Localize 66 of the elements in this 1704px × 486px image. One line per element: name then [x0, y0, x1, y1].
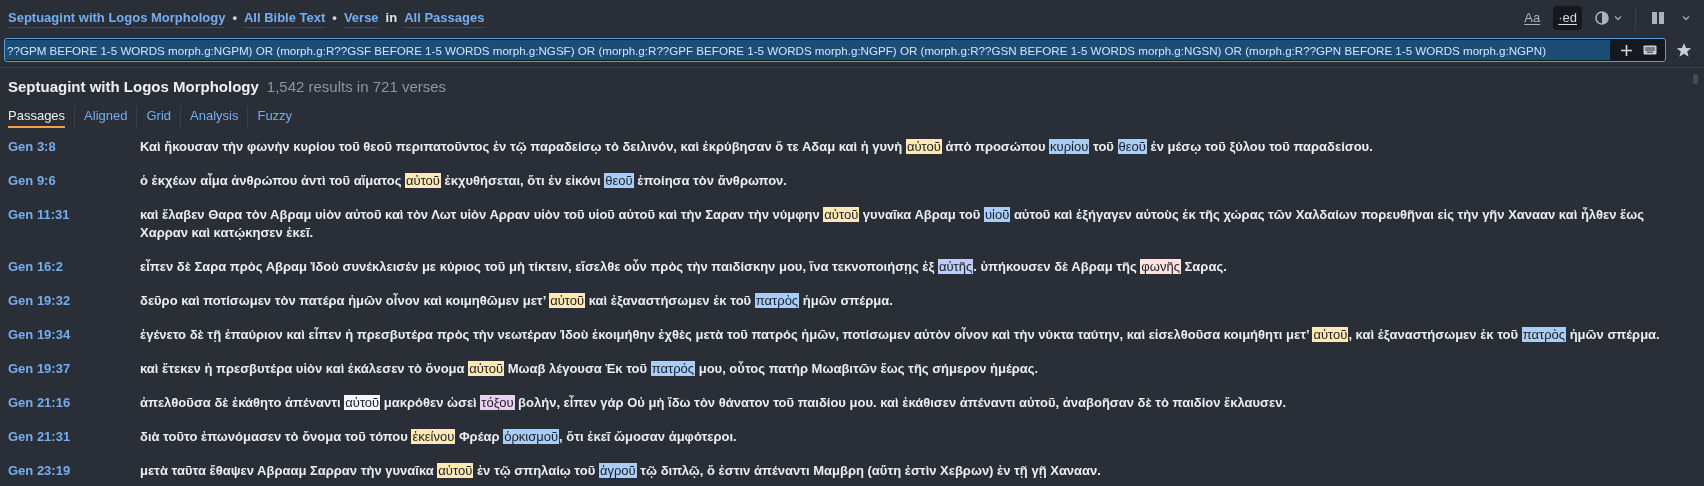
text-style-button[interactable]: ·ed [1553, 6, 1582, 30]
separator-dot: • [232, 9, 237, 28]
highlighted-word: αὐτοῦ [468, 361, 505, 376]
highlighted-word: θεοῦ [604, 173, 634, 188]
highlighted-word: αὐτοῦ [549, 293, 586, 308]
highlighted-word: αὐτοῦ [344, 395, 381, 410]
verse-reference-link[interactable]: Gen 16:2 [0, 258, 140, 276]
highlighted-word: φωνῆς [1140, 259, 1181, 274]
highlighted-word: θεοῦ [1117, 139, 1147, 154]
verse-text: διὰ τοῦτο ἐπωνόμασεν τὸ ὄνομα τοῦ τόπου ἐκείνου Φρέαρ ὁρκισμοῦ, ὅτι ἐκεῖ ὤμοσαν ἀμφότεροι. [140, 428, 737, 446]
verse-reference-link[interactable]: Gen 21:16 [0, 394, 140, 412]
view-tab[interactable]: Grid [146, 105, 172, 129]
verse-text: εἶπεν δὲ Σαρα πρὸς Αβραμ Ἰδοὺ συνέκλεισέν με κύριος τοῦ μὴ τίκτειν, εἴσελθε οὖν πρὸς τὴν παιδίσκην μου, ἵνα τεκνοποιήσῃς ἐξ αὐτῆς. ὑπήκουσεν δὲ Αβραμ τῆς φωνῆς Σαρας. [140, 258, 1227, 276]
search-query-field[interactable]: ??GPM BEFORE 1-5 WORDS morph.g:NGPM) OR (morph.g:R??GSF BEFORE 1-5 WORDS morph.g:NGSF) OR (morph.g:R??GPF BEFORE 1-5 WORDS morph.g:NGPF) OR (morph.g:R??GSN BEFORE 1-5 WORDS morph.g:NGSN) OR (morph.g:R??GPN BEFORE 1-5 WORDS morph.g:NGPN) [4, 38, 1666, 62]
verse-text: ἀπελθοῦσα δὲ ἐκάθητο ἀπέναντι αὐτοῦ μακρόθεν ὡσεὶ τόξου βολήν, εἶπεν γάρ Οὐ μὴ ἴδω τὸν θάνατον τοῦ παιδίου μου. καὶ ἐκάθισεν ἀπέναντι αὐτοῦ, ἀναβοῆσαν δὲ τὸ παιδίον ἔκλαυσεν. [140, 394, 1286, 412]
breadcrumb-text: in [385, 9, 398, 28]
separator-dot: • [332, 9, 337, 28]
results-summary: 1,542 results in 721 verses [266, 77, 447, 97]
verse-text: μετὰ ταῦτα ἔθαψεν Αβρααμ Σαρραν τὴν γυναῖκα αὐτοῦ ἐν τῷ σπηλαίῳ τοῦ ἀγροῦ τῷ διπλῷ, ὅ ἐστιν ἀπέναντι Μαμβρη (αὕτη ἐστὶν Χεβρων) ἐν τῇ γῇ Χανααν. [140, 462, 1101, 480]
verse-text: δεῦρο καὶ ποτίσωμεν τὸν πατέρα ἡμῶν οἶνον καὶ κοιμηθῶμεν μετ’ αὐτοῦ καὶ ἐξαναστήσωμεν ἐκ τοῦ πατρὸς ἡμῶν σπέρμα. [140, 292, 893, 310]
chevron-down-icon [1613, 13, 1623, 23]
highlighted-word: ἀγροῦ [598, 463, 637, 478]
verse-reference-link[interactable]: Gen 9:6 [0, 172, 140, 190]
verse-text: καὶ ἔλαβεν Θαρα τὸν Αβραμ υἱὸν αὐτοῦ καὶ τὸν Λωτ υἱὸν Αρραν υἱὸν τοῦ υἱοῦ αὐτοῦ καὶ τὴν Σαραν τὴν νύμφην αὐτοῦ γυναῖκα Αβραμ τοῦ υἱοῦ αὐτοῦ καὶ ἐξήγαγεν αὐτοὺς ἐκ τῆς χώρας τῶν Χαλδαίων πορευθῆναι εἰς τὴν γῆν Χανααν καὶ ἦλθεν ἕως Χαρραν καὶ κατῴκησεν ἐκεῖ. [140, 206, 1646, 242]
view-tab[interactable]: Analysis [190, 105, 239, 129]
highlighted-word: πατρὸς [754, 293, 800, 308]
highlighted-word: αὐτοῦ [437, 463, 474, 478]
verse-reference-link[interactable]: Gen 19:34 [0, 326, 140, 344]
view-tab[interactable]: Aligned [84, 105, 128, 129]
star-icon[interactable] [1676, 42, 1692, 58]
breadcrumb-link[interactable]: All Passages [404, 7, 485, 29]
plus-icon[interactable] [1620, 43, 1633, 57]
verse-reference-link[interactable]: Gen 19:32 [0, 292, 140, 310]
highlighted-word: ὁρκισμοῦ [503, 429, 560, 444]
highlighted-word: αὐτοῦ [1312, 327, 1349, 342]
view-tab[interactable]: Fuzzy [257, 105, 293, 129]
columns-icon [1651, 11, 1665, 25]
highlighted-word: αὐτῆς [937, 259, 974, 274]
verse-reference-link[interactable]: Gen 3:8 [0, 138, 140, 156]
verse-reference-link[interactable]: Gen 19:37 [0, 360, 140, 378]
scrollbar-thumb[interactable] [1693, 74, 1698, 84]
verse-text: ὁ ἐκχέων αἷμα ἀνθρώπου ἀντὶ τοῦ αἵματος αὐτοῦ ἐκχυθήσεται, ὅτι ἐν εἰκόνι θεοῦ ἐποίησα τὸν ἄνθρωπον. [140, 172, 787, 190]
verse-reference-link[interactable]: Gen 23:19 [0, 462, 140, 480]
chevron-down-icon [1681, 13, 1691, 23]
highlighted-word: αὐτοῦ [823, 207, 860, 222]
highlighted-word: κυρίου [1049, 139, 1090, 154]
highlighted-word: αὐτοῦ [405, 173, 441, 188]
breadcrumb-link[interactable]: All Bible Text [243, 7, 326, 29]
highlighted-word: υἱοῦ [983, 207, 1011, 222]
highlighted-word: τόξου [480, 395, 515, 410]
highlighted-word: ἐκείνου [411, 429, 456, 444]
verse-reference-link[interactable]: Gen 11:31 [0, 206, 140, 242]
results-title: Septuagint with Logos Morphology [8, 77, 259, 97]
breadcrumb-link[interactable]: Septuagint with Logos Morphology [8, 7, 226, 29]
contrast-icon [1594, 10, 1610, 26]
text-style-button[interactable]: Aa [1519, 6, 1546, 30]
verse-text: ἐγένετο δὲ τῇ ἐπαύριον καὶ εἶπεν ἡ πρεσβυτέρα πρὸς τὴν νεωτέραν Ἰδοὺ ἐκοιμήθην ἐχθὲς μετὰ τοῦ πατρός ἡμῶν, ποτίσωμεν αὐτὸν οἶνον καὶ τὴν νύκτα ταύτην, καὶ εἰσελθοῦσα κοιμήθητι μετ’ αὐτοῦ, καὶ ἐξαναστήσωμεν ἐκ τοῦ πατρὸς ἡμῶν σπέρμα. [140, 326, 1660, 344]
view-tab[interactable]: Passages [8, 105, 66, 129]
highlighted-word: πατρὸς [1521, 327, 1567, 342]
highlighted-word: πατρός [650, 361, 696, 376]
verse-reference-link[interactable]: Gen 21:31 [0, 428, 140, 446]
keyboard-icon[interactable] [1643, 45, 1657, 55]
verse-text: καὶ ἔτεκεν ἡ πρεσβυτέρα υἱὸν καὶ ἐκάλεσεν τὸ ὄνομα αὐτοῦ Μωαβ λέγουσα Ἐκ τοῦ πατρός μου, οὗτος πατὴρ Μωαβιτῶν ἕως τῆς σήμερον ἡμέρας. [140, 360, 1039, 378]
breadcrumb-link[interactable]: Verse [343, 7, 379, 29]
verse-text: Καὶ ἤκουσαν τὴν φωνὴν κυρίου τοῦ θεοῦ περιπατοῦντος ἐν τῷ παραδείσῳ τὸ δειλινόν, καὶ ἐκρύβησαν ὅ τε Αδαμ καὶ ἡ γυνὴ αὐτοῦ ἀπὸ προσώπου κυρίου τοῦ θεοῦ ἐν μέσῳ τοῦ ξύλου τοῦ παραδείσου. [140, 138, 1373, 156]
highlighted-word: αὐτοῦ [905, 139, 942, 154]
